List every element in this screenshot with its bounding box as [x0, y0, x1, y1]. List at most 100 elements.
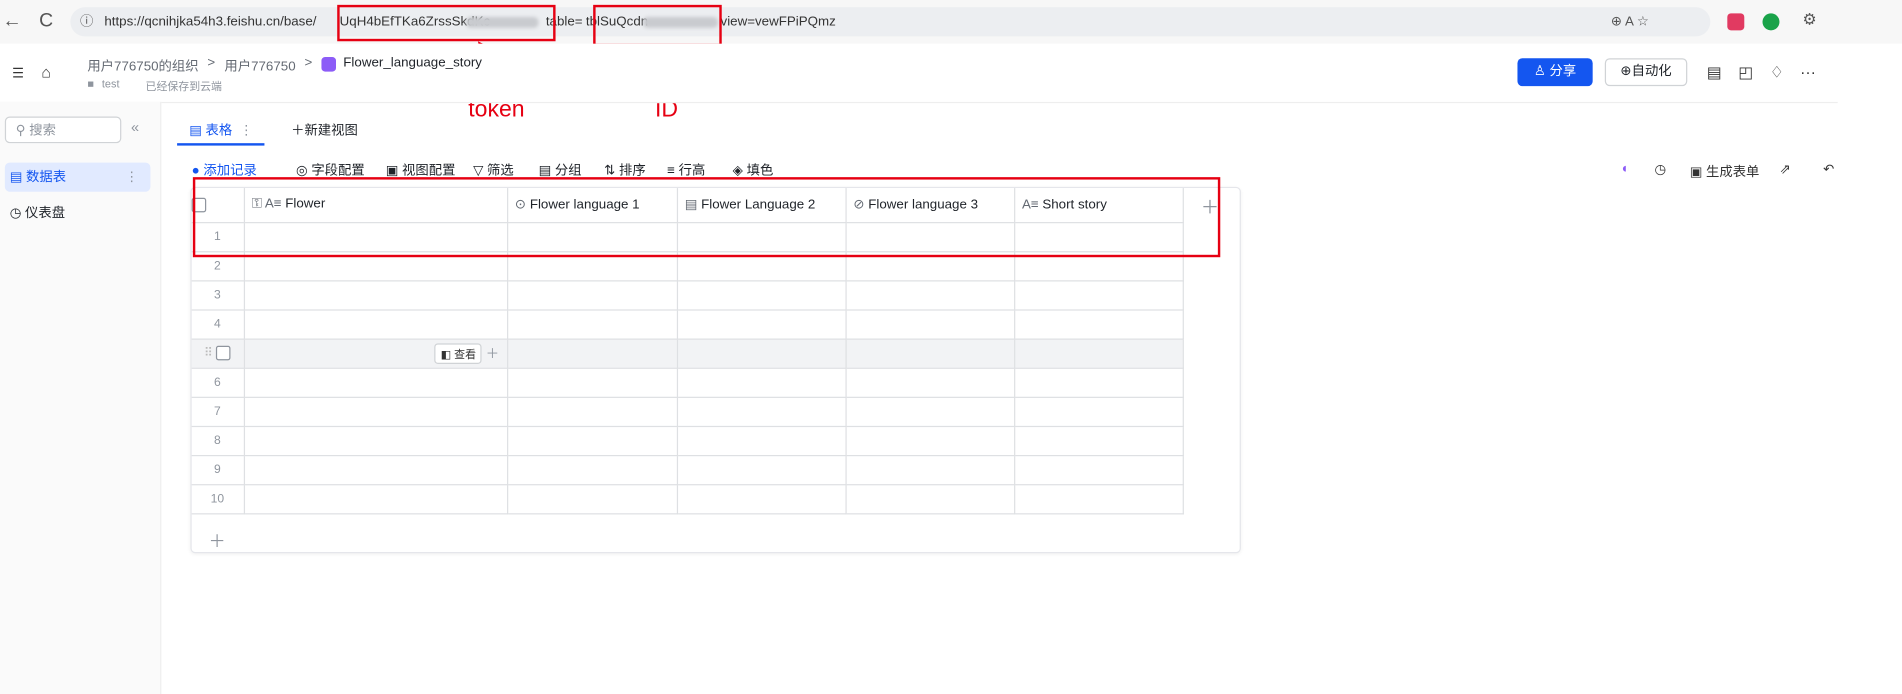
grid-cell[interactable] — [845, 309, 1015, 340]
grid-cell[interactable] — [676, 367, 847, 398]
reload-icon[interactable]: C — [34, 10, 58, 34]
row-number-cell: 4 — [191, 309, 245, 340]
collapse-icon[interactable]: « — [131, 119, 139, 136]
grid-cell[interactable] — [243, 454, 508, 485]
grid-cell[interactable]: ◧ 查看 ＋ — [243, 338, 508, 369]
grid-cell[interactable] — [676, 484, 847, 514]
extension-icon[interactable] — [1762, 13, 1780, 31]
breadcrumb-user[interactable]: 用户776750 — [224, 56, 295, 75]
grid-cell[interactable] — [845, 484, 1015, 514]
drag-handle-icon[interactable]: ⠿ — [204, 347, 213, 360]
row-number-cell: 3 — [191, 280, 245, 310]
grid-cell[interactable] — [1014, 425, 1184, 456]
home-icon[interactable]: ⌂ — [41, 63, 51, 81]
extension-icon[interactable] — [1727, 13, 1745, 31]
grid-cell[interactable] — [507, 425, 678, 456]
grid-cell[interactable] — [243, 367, 508, 398]
row-number-cell: 10 — [191, 484, 245, 514]
grid-cell[interactable] — [243, 280, 508, 310]
grid-cell[interactable] — [507, 367, 678, 398]
grid-cell[interactable] — [1014, 280, 1184, 310]
tab-table[interactable]: ▤ 表格 ⋮ — [189, 116, 253, 145]
base-title[interactable]: Flower_language_story — [343, 56, 482, 71]
breadcrumb-org[interactable]: 用户776750的组织 — [87, 56, 198, 75]
generate-form-button[interactable]: ▣ 生成表单 — [1690, 161, 1760, 180]
table-row[interactable]: 3 — [191, 280, 1184, 310]
grid-cell[interactable] — [676, 454, 847, 485]
more-vertical-icon[interactable]: ⋮ — [125, 163, 138, 192]
share-button[interactable]: ♙ 分享 — [1517, 58, 1593, 87]
add-row-icon[interactable]: ＋ — [209, 529, 226, 553]
table-row[interactable]: 6 — [191, 367, 1184, 398]
plugin-icon[interactable]: ◰ — [1738, 63, 1753, 82]
sidebar-search[interactable]: ⚲ 搜索 — [4, 116, 122, 144]
grid-cell[interactable] — [676, 396, 847, 427]
table-row[interactable]: 10 — [191, 484, 1184, 514]
grid-cell[interactable] — [507, 280, 678, 310]
grid-cell[interactable] — [676, 338, 847, 369]
address-bar[interactable]: ⓘ https://qcnihjka54h3.feishu.cn/base/ U… — [70, 7, 1711, 37]
row-checkbox[interactable] — [216, 345, 231, 361]
plus-icon[interactable]: ＋ — [486, 346, 499, 361]
grid-cell[interactable] — [507, 309, 678, 340]
grid-cell[interactable] — [845, 338, 1015, 369]
grid-cell[interactable] — [1014, 454, 1184, 485]
bell-icon[interactable]: ♢ — [1770, 63, 1784, 82]
grid-cell[interactable] — [676, 280, 847, 310]
grid-cell[interactable] — [243, 425, 508, 456]
document-icon[interactable]: ▤ — [1707, 63, 1722, 82]
table-row[interactable]: 7 — [191, 396, 1184, 427]
id-highlight-box — [593, 4, 722, 47]
table-row[interactable]: ⠿ ◧ 查看 ＋ — [191, 338, 1184, 369]
grid-cell[interactable] — [507, 454, 678, 485]
sidebar-item-dashboard[interactable]: ◷ 仪表盘 — [5, 199, 151, 228]
grid-cell[interactable] — [507, 338, 678, 369]
grid-cell[interactable] — [1014, 309, 1184, 340]
share-view-icon[interactable]: ⇗ — [1779, 161, 1790, 178]
table-row[interactable]: 9 — [191, 454, 1184, 485]
grid-cell[interactable] — [243, 396, 508, 427]
grid-cell[interactable] — [676, 425, 847, 456]
table-row[interactable]: 4 — [191, 309, 1184, 340]
grid-cell[interactable] — [1014, 338, 1184, 369]
settings-icon[interactable]: ⚙ — [1803, 10, 1817, 29]
grid-cell[interactable] — [845, 454, 1015, 485]
grid-cell[interactable] — [243, 309, 508, 340]
breadcrumb-separator: > — [304, 55, 313, 71]
grid-cell[interactable] — [676, 309, 847, 340]
site-info-icon[interactable]: ⓘ — [80, 7, 93, 36]
back-icon[interactable]: ← — [0, 10, 24, 34]
new-view-button[interactable]: ＋新建视图 — [291, 116, 358, 145]
row-number-cell: 8 — [191, 425, 245, 456]
table-row[interactable]: 8 — [191, 425, 1184, 456]
grid-cell[interactable] — [845, 367, 1015, 398]
grid-cell[interactable] — [845, 396, 1015, 427]
url-prefix: https://qcnihjka54h3.feishu.cn/base/ — [104, 14, 317, 30]
grid-cell[interactable] — [1014, 396, 1184, 427]
ai-icon[interactable]: ◐ — [1622, 161, 1630, 176]
grid-cell[interactable] — [845, 425, 1015, 456]
row-number-cell: 6 — [191, 367, 245, 398]
plus-icon: ＋ — [291, 123, 305, 139]
grid-cell[interactable] — [507, 484, 678, 514]
undo-icon[interactable]: ↶ — [1823, 161, 1834, 178]
share-icon: ♙ — [1533, 64, 1550, 79]
grid-cell[interactable] — [507, 396, 678, 427]
more-icon[interactable]: ··· — [1800, 63, 1816, 81]
grid-cell[interactable] — [1014, 367, 1184, 398]
zoom-read-fav-icons[interactable]: ⊕ A ☆ — [1611, 7, 1649, 36]
grid-cell[interactable] — [243, 484, 508, 514]
history-icon[interactable]: ◷ — [1655, 161, 1667, 178]
table-icon: ▤ — [9, 169, 27, 185]
search-placeholder: 搜索 — [29, 123, 56, 139]
row-number: 4 — [214, 317, 221, 331]
sidebar-toggle-icon[interactable]: ☰ — [12, 66, 24, 82]
grid-cell[interactable] — [1014, 484, 1184, 514]
folder-name[interactable]: test — [102, 78, 120, 90]
grid-cell[interactable] — [845, 280, 1015, 310]
sidebar-item-datatable[interactable]: ▤ 数据表 ⋮ — [4, 162, 151, 192]
automation-button[interactable]: ⊕自动化 — [1604, 58, 1688, 87]
sidebar: ⚲ 搜索 « ▤ 数据表 ⋮ ◷ 仪表盘 — [0, 101, 162, 694]
expand-record-button[interactable]: ◧ 查看 — [434, 342, 483, 364]
fields-highlight-box — [192, 177, 1221, 258]
